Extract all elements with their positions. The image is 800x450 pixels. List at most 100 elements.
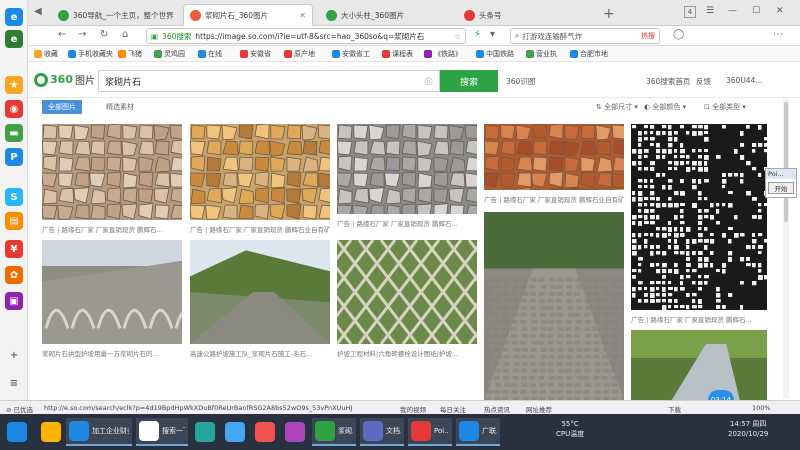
taskbar-app[interactable]: 广联... [456, 418, 500, 446]
card-icon[interactable]: ▬ [5, 124, 23, 142]
gear-icon[interactable]: ✿ [5, 266, 23, 284]
add-icon[interactable]: + [5, 346, 23, 364]
ie-icon-2[interactable]: e [5, 30, 23, 48]
weibo-icon[interactable]: ◉ [5, 100, 23, 118]
money-icon[interactable]: ¥ [5, 240, 23, 258]
color-dropdown[interactable]: ◐ 全部颜色 ▾ [644, 102, 686, 112]
scrollbar-thumb[interactable] [784, 102, 788, 222]
dropdown-icon[interactable]: ▾ [490, 29, 495, 40]
menu-icon[interactable]: ≡ [5, 374, 23, 392]
bookmark-star-icon[interactable]: ☆ [454, 32, 461, 41]
side-search-box[interactable]: ⌕ 打游戏连输醉气炸 热搜 [510, 28, 660, 44]
search-home-link[interactable]: 360搜索首页 [646, 76, 690, 87]
more-icon[interactable]: ⋯ [773, 29, 783, 40]
image-result[interactable] [484, 124, 624, 190]
image-result[interactable] [42, 240, 182, 344]
image-caption[interactable]: 广告 | 路缘石厂家 厂家直销现货 鹏辉石业自有矿山 高... [484, 194, 624, 204]
status-my-video[interactable]: 我的视频 [400, 404, 426, 414]
image-caption[interactable]: 浆砌片石拱型护坡用量一方浆砌片石的... [42, 348, 182, 358]
window-badge[interactable]: 4 [684, 6, 696, 18]
camera-icon[interactable]: ◎ [424, 76, 433, 87]
taskbar-app[interactable] [252, 418, 278, 446]
image-result[interactable] [631, 124, 767, 310]
forward-button[interactable]: → [78, 29, 86, 40]
bookmark-item[interactable]: 《铁路》 [424, 49, 462, 59]
floating-popup[interactable]: Poi... 开始 [765, 168, 797, 198]
bookmark-item[interactable]: 安徽省 [240, 49, 271, 59]
tab-stone-images[interactable]: 浆砌片石_360图片 ✕ [183, 4, 313, 26]
popup-start-button[interactable]: 开始 [768, 182, 794, 194]
bookmark-item[interactable]: 灵鸡园 [154, 49, 185, 59]
new-tab-button[interactable]: + [603, 6, 615, 22]
image-caption[interactable]: 广告 | 路缘石厂家 厂家直销现货 鹏辉石... [337, 218, 477, 228]
status-zoom[interactable]: 100% [752, 404, 771, 412]
lightning-icon[interactable]: ⚡ [474, 29, 481, 40]
close-window-icon[interactable]: ✕ [776, 6, 784, 16]
taskbar-app[interactable]: 浆砌... [312, 418, 356, 446]
image-result[interactable] [190, 124, 330, 220]
bookmark-item[interactable]: 安徽省工 [332, 49, 370, 59]
bookmark-item[interactable]: 在线 [198, 49, 222, 59]
type-dropdown[interactable]: ⊡ 全部类型 ▾ [704, 102, 746, 112]
box-icon[interactable]: ▣ [5, 292, 23, 310]
taskbar-app[interactable] [222, 418, 248, 446]
user-icon[interactable]: ◯ [673, 29, 684, 40]
maximize-icon[interactable]: ☐ [752, 6, 760, 16]
tab-all-images[interactable]: 全部图片 [42, 100, 82, 114]
back-icon[interactable]: ◀ [34, 6, 42, 17]
close-tab-icon[interactable]: ✕ [299, 11, 306, 20]
image-caption[interactable]: 护坡工程材料|六角砖螺栓设计图纸|护坡... [337, 348, 477, 358]
home-icon[interactable]: ⌂ [122, 29, 128, 40]
p-icon[interactable]: P [5, 148, 23, 166]
image-result[interactable] [337, 124, 477, 214]
image-result[interactable] [190, 240, 330, 344]
taskbar-app[interactable]: Poi... [408, 418, 452, 446]
image-caption[interactable]: 高速公路护坡施工队_浆砌片石施工-毛石... [190, 348, 330, 358]
tray-clock[interactable]: 14:57 周四 2020/10/29 [728, 419, 768, 439]
size-dropdown[interactable]: ⇅ 全部尺寸 ▾ [596, 102, 638, 112]
image-search-input[interactable]: 浆砌片石 ◎ [98, 70, 440, 92]
bookmark-item[interactable]: 中国铁路 [476, 49, 514, 59]
search-button[interactable]: 搜索 [440, 70, 498, 92]
menu-icon[interactable]: ☰ [706, 6, 714, 16]
status-site-recommend[interactable]: 网址推荐 [526, 404, 552, 414]
taskbar-app[interactable] [192, 418, 218, 446]
image-result[interactable] [42, 124, 182, 220]
bookmark-item[interactable]: 营业执 [526, 49, 557, 59]
360-image-logo[interactable]: 360 图片 [34, 72, 95, 87]
status-download[interactable]: 下载 [668, 404, 681, 414]
tab-featured[interactable]: 精选素材 [100, 100, 140, 114]
tab-column-images[interactable]: 大小头柱_360图片 [320, 4, 440, 26]
scrollbar[interactable] [783, 98, 789, 398]
image-caption[interactable]: 广告 | 路缘石厂家 厂家直销现货 鹏辉石... [631, 314, 767, 324]
tab-360-nav[interactable]: 360导航_一个主页，整个世界 [52, 4, 180, 26]
taskbar-app[interactable]: 搜索一下 [136, 418, 188, 446]
image-caption[interactable]: 广告 | 路缘石厂家 厂家直销现货 鹏辉石... [42, 224, 182, 234]
tab-toutiao[interactable]: 头条号 [458, 4, 578, 26]
bookmark-item[interactable]: 课程表 [382, 49, 413, 59]
image-result[interactable] [337, 240, 477, 344]
image-caption[interactable]: 广告 | 路缘石厂家 厂家直销现货 鹏辉石业自有矿山 案... [190, 224, 330, 234]
taskbar-app[interactable]: 加工企业财务处理 [66, 418, 132, 446]
refresh-button[interactable]: ↻ [100, 29, 108, 40]
minimize-icon[interactable]: — [728, 6, 737, 16]
address-bar[interactable]: ▣ 360搜索 https://image.so.com/i?ie=utf-8&… [146, 28, 466, 44]
taskbar-app[interactable] [38, 418, 62, 446]
bookmark-item[interactable]: 原产地 [284, 49, 315, 59]
feedback-link[interactable]: 反馈 [696, 76, 711, 87]
back-button[interactable]: ← [58, 29, 66, 40]
taskbar-app[interactable] [4, 418, 32, 446]
bookmark-item[interactable]: 手机收藏夹 [68, 49, 113, 59]
bookmark-item[interactable]: 收藏 [34, 49, 58, 59]
bookmark-item[interactable]: 飞猪 [118, 49, 142, 59]
image-result[interactable] [631, 330, 767, 400]
taskbar-app[interactable] [282, 418, 308, 446]
ie-icon[interactable]: e [5, 8, 23, 26]
book-icon[interactable]: ▤ [5, 212, 23, 230]
reverse-image-link[interactable]: 360识图 [506, 76, 535, 87]
star-icon[interactable]: ★ [5, 76, 23, 94]
status-daily-follow[interactable]: 每日关注 [440, 404, 466, 414]
image-result[interactable] [484, 212, 624, 400]
status-hot-news[interactable]: 热点资讯 [484, 404, 510, 414]
bookmark-item[interactable]: 合肥市地 [570, 49, 608, 59]
